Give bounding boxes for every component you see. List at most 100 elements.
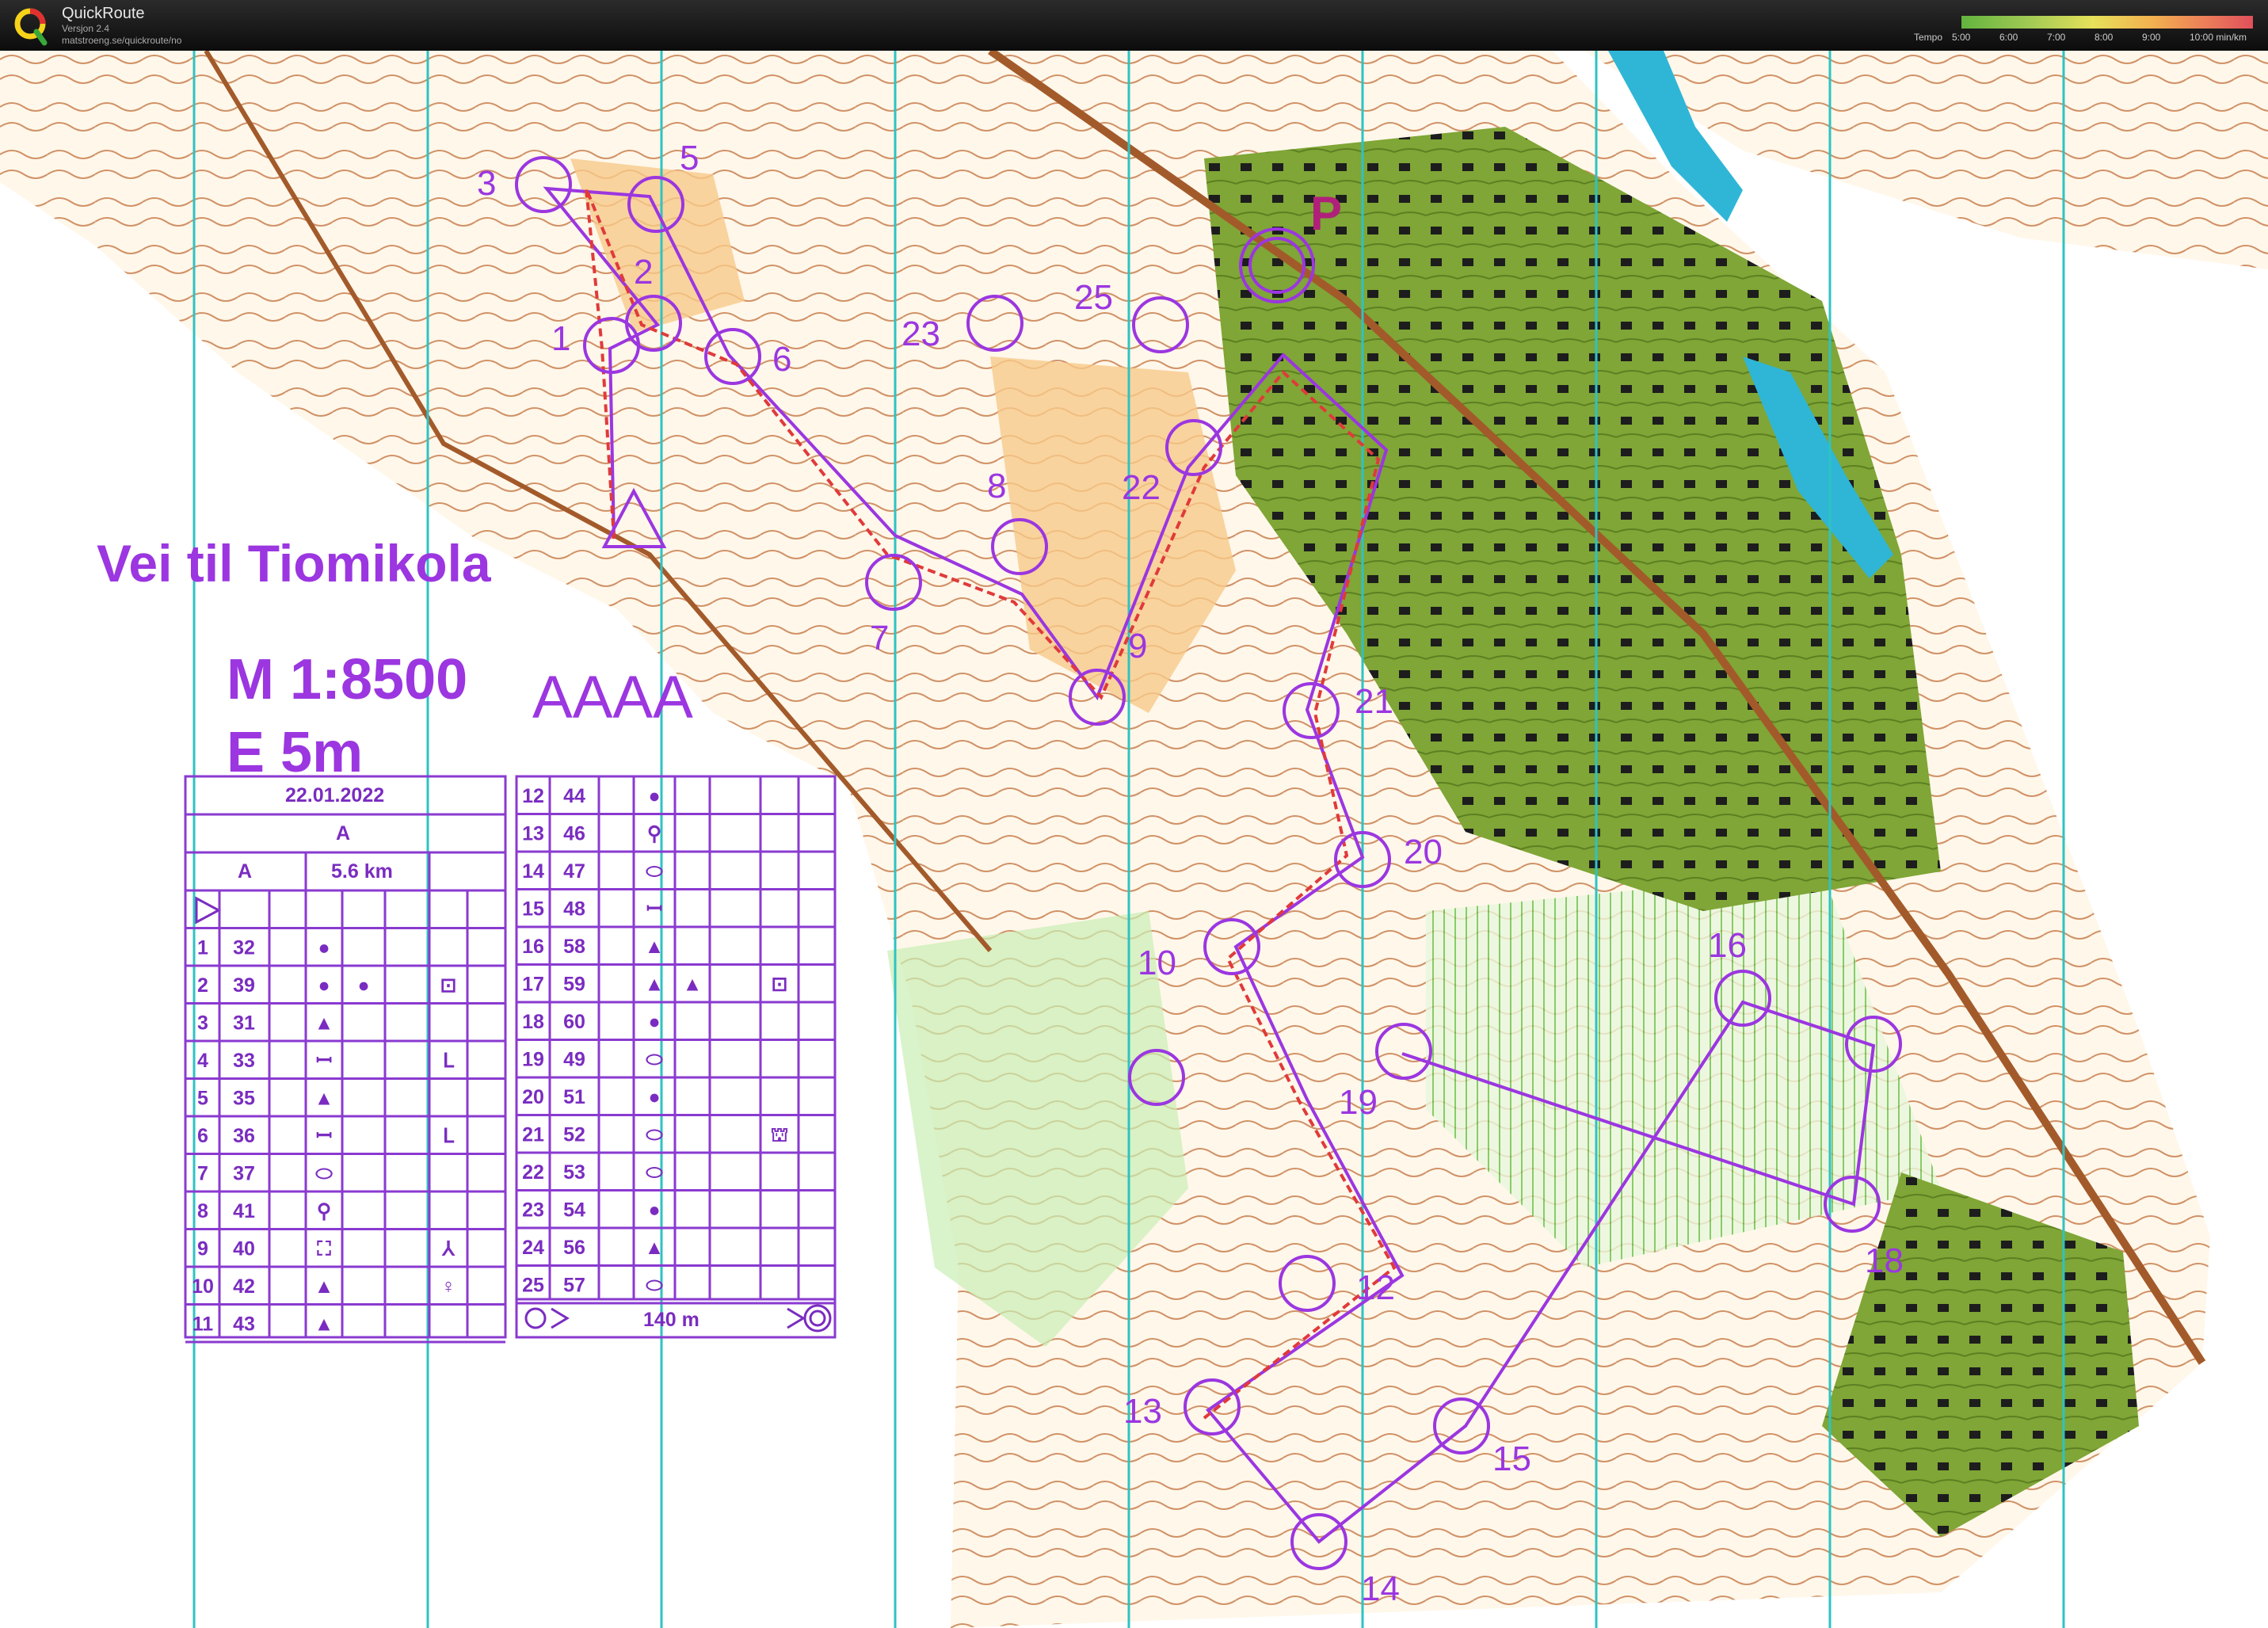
app-name: QuickRoute xyxy=(62,5,145,22)
feature-icon: ⬭ xyxy=(315,1163,333,1185)
control-code: 54 xyxy=(563,1199,585,1222)
feature-icon: ▲ xyxy=(645,936,665,958)
desc-length: 5.6 km xyxy=(331,860,393,883)
control-number: 9 xyxy=(1128,627,1147,665)
feature-icon: ⬭ xyxy=(646,860,663,883)
control-code: 36 xyxy=(233,1125,255,1147)
feature-icon: ● xyxy=(648,785,660,807)
control-code: 47 xyxy=(563,860,585,883)
control-seq: 19 xyxy=(522,1049,544,1071)
control-code: 44 xyxy=(563,785,585,807)
quickroute-logo-icon xyxy=(14,8,48,46)
control-number: 10 xyxy=(1138,944,1176,982)
feature-icon: ꟷ xyxy=(646,898,662,921)
control-code: 32 xyxy=(233,937,255,959)
control-number: 12 xyxy=(1356,1268,1395,1307)
control-number: 2 xyxy=(634,253,653,292)
feature-icon: ⛶ xyxy=(317,1238,331,1260)
control-number: 6 xyxy=(772,340,791,379)
control-seq: 2 xyxy=(197,974,208,997)
control-code: 58 xyxy=(563,936,585,958)
control-number: 18 xyxy=(1865,1241,1904,1280)
tempo-tick: 6:00 xyxy=(1999,32,2018,43)
parking-label: P xyxy=(1310,187,1342,240)
map-equidistance: E 5m xyxy=(227,721,363,784)
feature-icon: ꟷ xyxy=(316,1125,332,1147)
finish-distance: 140 m xyxy=(643,1309,699,1331)
feature-icon: ▲ xyxy=(645,974,665,996)
control-number: 13 xyxy=(1123,1392,1162,1431)
feature-icon: ⬭ xyxy=(646,1161,663,1184)
control-number: 23 xyxy=(901,315,940,353)
control-seq: 12 xyxy=(522,785,544,807)
control-code: 37 xyxy=(233,1163,255,1185)
control-code: 51 xyxy=(563,1086,585,1108)
map-scale: M 1:8500 xyxy=(227,648,467,711)
control-code: 48 xyxy=(563,898,585,921)
control-number: 16 xyxy=(1708,926,1747,965)
start-triangle-icon xyxy=(195,896,222,925)
feature-icon: ● xyxy=(648,1086,660,1108)
tempo-tick: 7:00 xyxy=(2047,32,2066,43)
feature-icon: ⬭ xyxy=(646,1275,663,1297)
other-info-icon: ᒪ xyxy=(443,1125,455,1147)
control-code: 42 xyxy=(233,1275,255,1298)
other-info-icon: ⊡ xyxy=(772,974,788,996)
other-info-icon: ♀ xyxy=(441,1275,456,1298)
other-info-icon: ᒪ xyxy=(443,1050,455,1072)
control-code: 49 xyxy=(563,1049,585,1071)
tempo-tick: 5:00 xyxy=(1952,32,1971,43)
control-code: 53 xyxy=(563,1161,585,1184)
app-url: matstroeng.se/quickroute/no xyxy=(62,35,182,46)
title-bar: QuickRoute Versjon 2.4 matstroeng.se/qui… xyxy=(0,0,2268,51)
tempo-tick: 8:00 xyxy=(2095,32,2114,43)
control-number: 25 xyxy=(1074,278,1113,317)
finish-circle-icon xyxy=(809,1310,826,1327)
control-description-left: 22.01.2022 A A 5.6 km 1 32 ● 2 39 ● ● ⊡ 3 31 ▲ 4 33 ꟷ… xyxy=(184,775,507,1344)
control-description-right: 12 44 ● 13 46 ⚲ 14 47 ⬭ 15 48 ꟷ 16 58 ▲ 17 59 ▲ ▲ ⊡ 18 60 ● 19 4… xyxy=(515,775,837,1339)
control-seq: 8 xyxy=(197,1200,208,1222)
feature-icon: ▲ xyxy=(645,1237,665,1259)
orienteering-map[interactable]: 1 2 3 5 6 7 8 9 10 12 13 14 15 16 18 19 … xyxy=(0,51,2268,1628)
control-seq: 22 xyxy=(522,1161,544,1184)
control-number: 7 xyxy=(870,619,889,658)
control-code: 35 xyxy=(233,1088,255,1110)
control-seq: 17 xyxy=(522,974,544,996)
control-seq: 7 xyxy=(197,1163,208,1185)
control-code: 39 xyxy=(233,974,255,997)
feature-icon: ● xyxy=(318,937,330,959)
desc-date: 22.01.2022 xyxy=(285,784,384,806)
control-code: 56 xyxy=(563,1237,585,1259)
tempo-tick: 10:00 min/km xyxy=(2190,32,2247,43)
control-seq: 6 xyxy=(197,1125,208,1147)
control-number: 20 xyxy=(1404,833,1443,871)
feature-icon: ⬭ xyxy=(646,1049,663,1071)
control-code: 41 xyxy=(233,1200,255,1222)
control-seq: 21 xyxy=(522,1124,544,1146)
tempo-legend: Tempo 5:00 6:00 7:00 8:00 9:00 10:00 min… xyxy=(1914,14,2262,46)
control-code: 40 xyxy=(233,1238,255,1260)
control-seq: 9 xyxy=(197,1238,208,1260)
control-number: 22 xyxy=(1122,468,1161,507)
control-code: 60 xyxy=(563,1011,585,1033)
control-number: 21 xyxy=(1355,682,1393,721)
control-seq: 5 xyxy=(197,1088,208,1110)
feature-icon: ● xyxy=(318,974,330,997)
other-info-icon: ⊡ xyxy=(440,974,457,997)
tempo-label: Tempo xyxy=(1914,32,1943,43)
control-number: 5 xyxy=(680,139,699,177)
control-seq: 4 xyxy=(197,1050,208,1072)
control-number: 19 xyxy=(1339,1083,1378,1122)
feature-icon: ⬭ xyxy=(646,1124,663,1146)
tempo-tick: 9:00 xyxy=(2142,32,2161,43)
control-seq: 13 xyxy=(522,823,544,845)
control-number: 8 xyxy=(987,467,1006,505)
tempo-color-bar xyxy=(1961,16,2253,29)
control-seq: 23 xyxy=(522,1199,544,1222)
feature-icon: ▲ xyxy=(314,1088,334,1110)
control-seq: 10 xyxy=(192,1275,214,1298)
control-seq: 1 xyxy=(197,937,208,959)
control-code: 59 xyxy=(563,974,585,996)
control-seq: 11 xyxy=(192,1313,214,1336)
feature-icon: ▲ xyxy=(314,1275,334,1298)
